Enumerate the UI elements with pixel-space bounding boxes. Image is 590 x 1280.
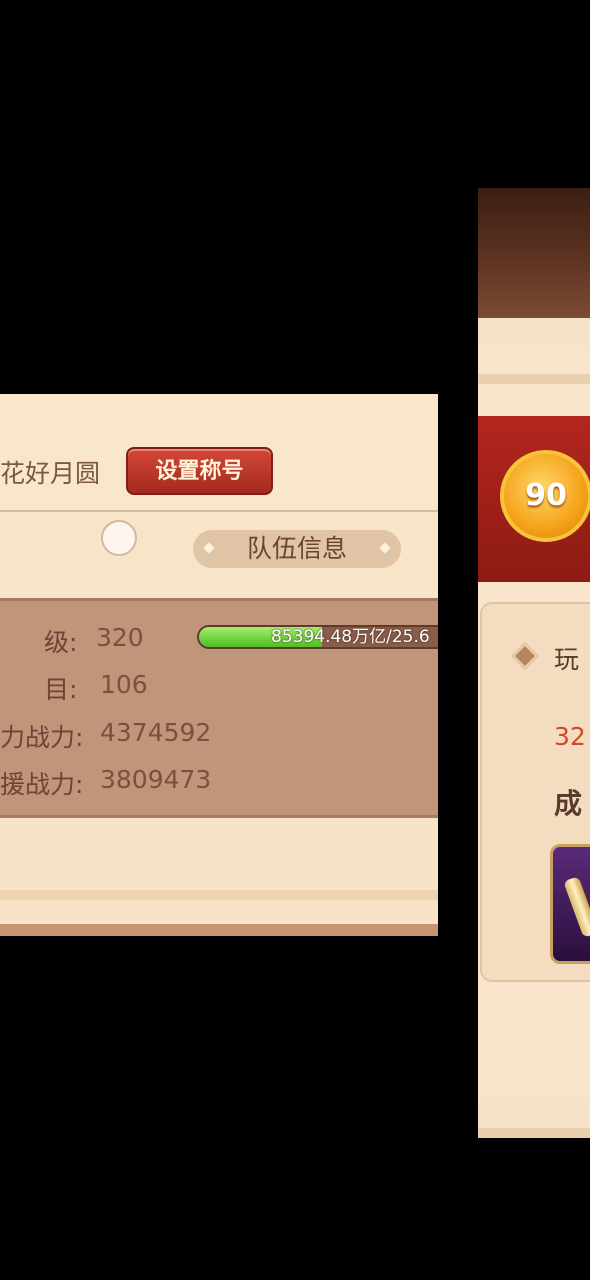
bottom-edge — [0, 924, 438, 936]
item-slot[interactable] — [550, 844, 590, 964]
player-title: 花好月圆 — [0, 459, 101, 488]
diamond-icon — [203, 542, 215, 554]
set-title-button[interactable]: 设置称号 — [126, 447, 273, 495]
count-label: 目: — [44, 675, 78, 704]
header-strip — [478, 318, 590, 346]
exp-text: 85394.48万亿/25.6 — [271, 627, 430, 647]
bottom-area — [0, 818, 438, 936]
bottom-stripe — [0, 890, 438, 900]
bottom-line — [478, 1128, 590, 1138]
circle-toggle[interactable] — [101, 520, 137, 556]
player-label: 玩 — [554, 645, 580, 674]
team-info-label: 队伍信息 — [246, 534, 347, 563]
stats-area: 级: 320 85394.48万亿/25.6 目: 106 力战力: 43745… — [0, 598, 438, 818]
player-info-panel: 花好月圆 设置称号 队伍信息 级: 320 85394.48万亿/25.6 目:… — [0, 394, 438, 936]
header-strip-line — [478, 374, 590, 384]
header-background — [478, 188, 590, 318]
diamond-icon — [379, 542, 391, 554]
title-row: 花好月圆 设置称号 — [0, 394, 438, 512]
power-value: 4374592 — [100, 718, 212, 747]
count-value: 106 — [100, 670, 148, 699]
right-panel: 90 玩 32 成 — [478, 188, 590, 1138]
power-label: 力战力: — [0, 723, 84, 752]
team-info-button[interactable]: 队伍信息 — [193, 530, 401, 568]
level-value: 320 — [96, 623, 144, 652]
support-label: 援战力: — [0, 770, 84, 799]
level-label: 级: — [44, 628, 78, 657]
player-number: 32 — [554, 722, 586, 751]
level-badge: 90 — [500, 450, 590, 542]
support-value: 3809473 — [100, 765, 212, 794]
divider — [0, 510, 438, 512]
exp-progress-bar: 85394.48万亿/25.6 — [197, 625, 438, 649]
achievement-label: 成 — [554, 787, 583, 820]
scroll-icon — [563, 876, 590, 938]
